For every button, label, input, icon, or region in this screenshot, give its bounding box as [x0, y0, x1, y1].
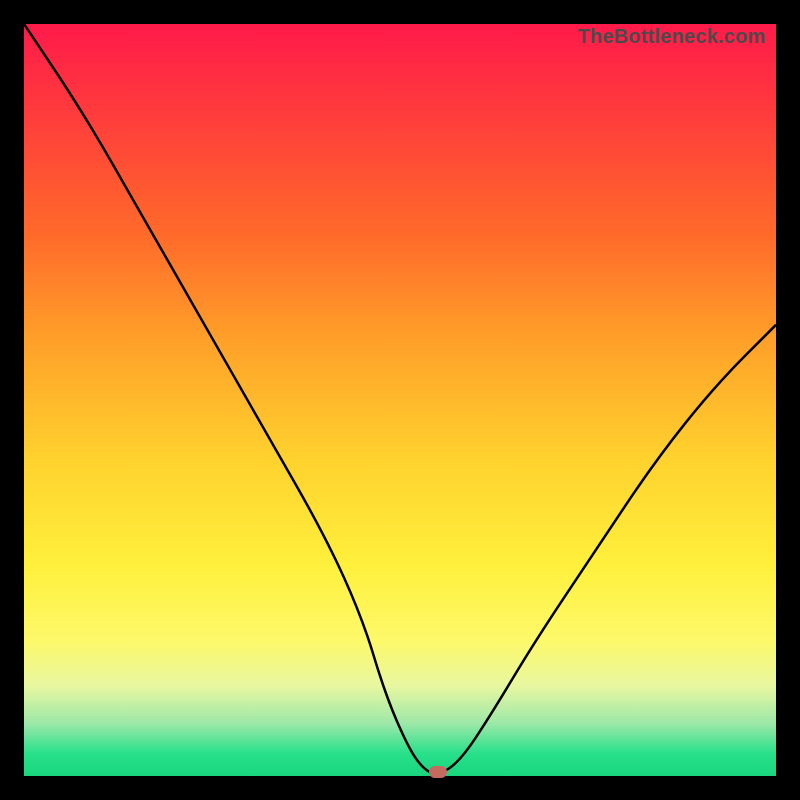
- chart-frame: TheBottleneck.com: [0, 0, 800, 800]
- bottleneck-curve: [24, 24, 776, 776]
- bottleneck-marker: [429, 766, 447, 778]
- plot-area: TheBottleneck.com: [24, 24, 776, 776]
